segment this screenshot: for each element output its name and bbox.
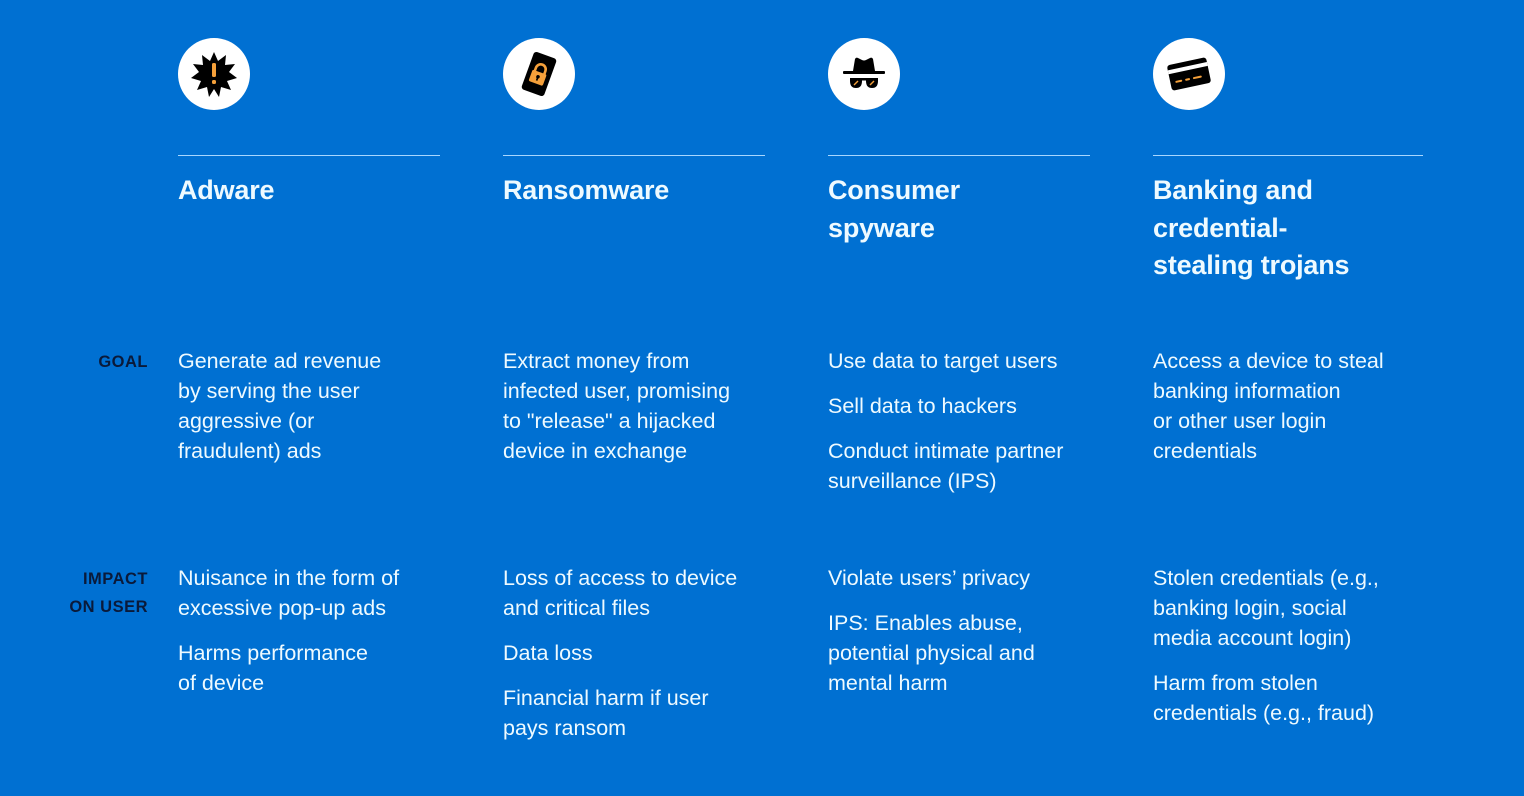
column-title: Ransomware [503,175,670,205]
goal-item: Extract money from infected user, promis… [503,349,731,463]
alert-burst-icon [178,38,250,110]
impact-item: Harm from stolen credentials (e.g., frau… [1153,671,1375,725]
goal-item: Access a device to steal banking informa… [1153,349,1384,463]
column-divider [503,155,765,156]
impact-cell: Nuisance in the form of excessive pop-up… [178,563,440,713]
column-divider [828,155,1090,156]
impact-cell: Violate users’ privacy IPS: Enables abus… [828,563,1090,713]
goal-item: Sell data to hackers [828,394,1017,418]
impact-item: Violate users’ privacy [828,566,1030,590]
credit-card-icon [1153,38,1225,110]
goal-cell: Access a device to steal banking informa… [1153,346,1423,481]
goal-cell: Generate ad revenue by serving the user … [178,346,440,481]
column-title: Banking and credential- stealing trojans [1153,175,1350,280]
spy-hat-glasses-icon [828,38,900,110]
goal-item: Generate ad revenue by serving the user … [178,349,382,463]
locked-phone-icon [503,38,575,110]
impact-cell: Loss of access to device and critical fi… [503,563,765,758]
column-title: Adware [178,175,275,205]
impact-item: Harms performance of device [178,641,368,695]
impact-item: Stolen credentials (e.g., banking login,… [1153,566,1379,650]
goal-cell: Extract money from infected user, promis… [503,346,765,481]
row-label-goal: GOAL [98,353,148,371]
row-label-impact-on-user: IMPACT ON USER [69,570,148,616]
impact-item: Data loss [503,641,593,665]
impact-item: Financial harm if user pays ransom [503,686,709,740]
impact-item: IPS: Enables abuse, potential physical a… [828,611,1035,695]
impact-cell: Stolen credentials (e.g., banking login,… [1153,563,1423,743]
column-divider [1153,155,1423,156]
column-title: Consumer spyware [828,175,960,243]
goal-cell: Use data to target users Sell data to ha… [828,346,1090,511]
goal-item: Use data to target users [828,349,1058,373]
goal-item: Conduct intimate partner surveillance (I… [828,439,1064,493]
impact-item: Nuisance in the form of excessive pop-up… [178,566,400,620]
column-divider [178,155,440,156]
impact-item: Loss of access to device and critical fi… [503,566,738,620]
